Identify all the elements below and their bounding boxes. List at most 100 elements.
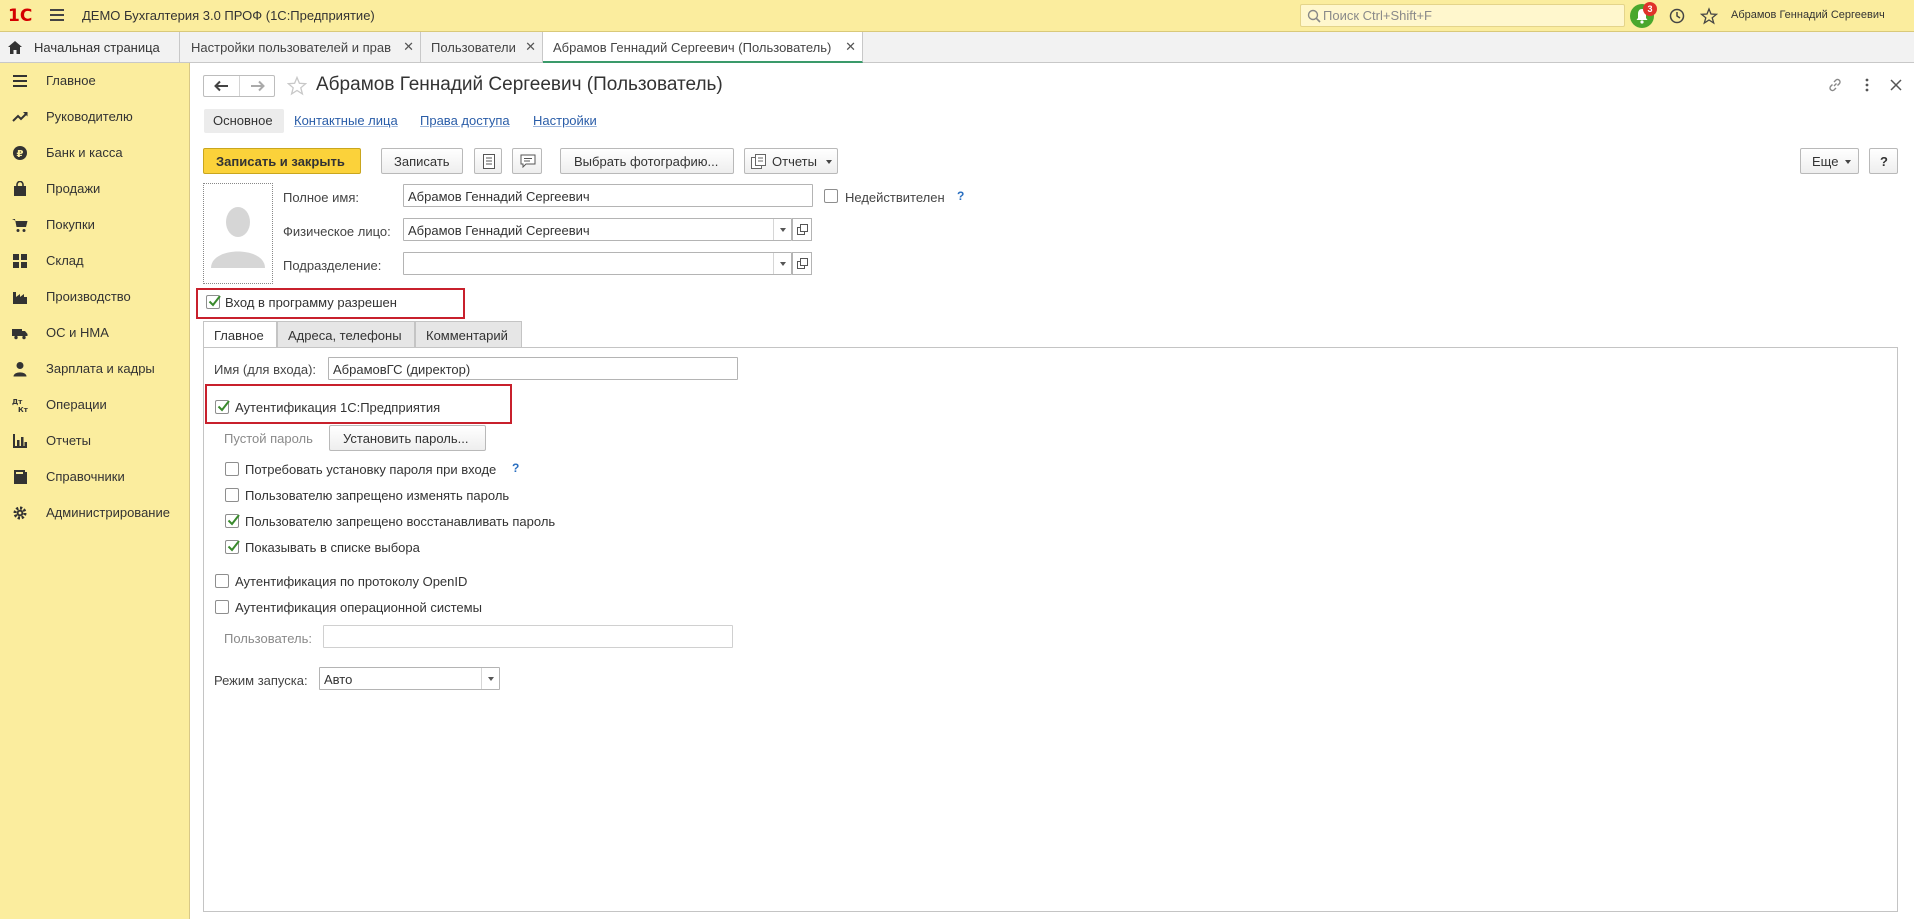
notifications-badge: 3 [1643,2,1657,16]
tab-addresses[interactable]: Адреса, телефоны [277,321,415,348]
save-button[interactable]: Записать [381,148,463,174]
sidebar-item-purchases[interactable]: Покупки [0,207,190,243]
login-name-field[interactable]: АбрамовГС (директор) [328,357,738,380]
os-user-label: Пользователь: [224,631,312,646]
document-button[interactable] [474,148,502,174]
menu-icon [13,75,27,87]
sidebar-item-assets[interactable]: ОС и НМА [0,315,190,351]
sidebar-item-operations[interactable]: Дт Кт Операции [0,387,190,423]
launch-mode-select[interactable]: Авто [319,667,500,690]
tab-label: Комментарий [426,328,508,343]
tab-current-user[interactable]: Абрамов Геннадий Сергеевич (Пользователь… [543,32,863,63]
help-button[interactable]: ? [1869,148,1898,174]
invalid-checkbox[interactable] [824,189,838,203]
search-box[interactable] [1300,4,1625,27]
sidebar-item-catalogs[interactable]: Справочники [0,459,190,495]
favorite-star-icon[interactable] [287,76,307,96]
sidebar-item-administration[interactable]: Администрирование [0,495,190,531]
full-name-field[interactable]: Абрамов Геннадий Сергеевич [403,184,813,207]
trend-icon [12,112,28,122]
tab-users[interactable]: Пользователи ✕ [421,32,543,63]
search-input[interactable] [1323,7,1618,24]
top-bar: 1С ДЕМО Бухгалтерия 3.0 ПРОФ (1С:Предпри… [0,0,1914,32]
ruble-icon: ₽ [13,146,27,160]
auth-os-checkbox[interactable] [215,600,229,614]
auth-1c-checkbox[interactable] [215,400,230,414]
svg-text:Кт: Кт [18,406,28,413]
forward-button[interactable] [239,76,274,96]
tab-main[interactable]: Главное [203,321,277,349]
back-button[interactable] [204,76,239,96]
dropdown-button[interactable] [773,253,791,274]
window-tabs: Начальная страница Настройки пользовател… [0,32,1914,63]
more-button[interactable]: Еще [1800,148,1859,174]
sidebar-item-production[interactable]: Производство [0,279,190,315]
sidebar-item-warehouse[interactable]: Склад [0,243,190,279]
auth-openid-checkbox[interactable] [215,574,229,588]
require-password-checkbox[interactable] [225,462,239,476]
set-password-button[interactable]: Установить пароль... [329,425,486,451]
sidebar-item-label: Операции [46,397,107,412]
button-label: Еще [1812,154,1839,169]
subnav-rights-label: Права доступа [420,113,510,128]
avatar-placeholder-icon [211,207,265,268]
sidebar-item-manager[interactable]: Руководителю [0,99,190,135]
sidebar-item-label: Отчеты [46,433,91,448]
help-mark[interactable]: ? [957,189,964,203]
sidebar-item-label: Зарплата и кадры [46,361,155,376]
forbid-change-checkbox[interactable] [225,488,239,502]
sidebar-item-label: ОС и НМА [46,325,109,340]
more-vertical-icon[interactable] [1859,77,1875,93]
user-photo[interactable] [203,183,273,284]
1c-logo[interactable]: 1С [8,6,36,26]
history-icon[interactable] [1668,7,1686,25]
department-field[interactable] [403,252,792,275]
close-icon[interactable]: ✕ [525,39,536,55]
favorites-star-icon[interactable] [1700,7,1718,25]
link-icon[interactable] [1827,77,1843,93]
close-form-icon[interactable] [1888,77,1904,93]
os-user-field[interactable] [323,625,733,648]
open-person-button[interactable] [792,218,812,241]
document-icon [483,154,495,169]
dropdown-button[interactable] [773,219,791,240]
close-icon[interactable]: ✕ [403,39,414,55]
open-icon [797,258,808,269]
main-menu-icon[interactable] [50,9,64,21]
svg-text:₽: ₽ [17,149,24,160]
sidebar-item-reports[interactable]: Отчеты [0,423,190,459]
tab-label: Главное [214,328,264,343]
current-user-name[interactable]: Абрамов Геннадий Сергеевич [1731,9,1885,21]
tab-comment[interactable]: Комментарий [415,321,522,348]
reports-button[interactable]: Отчеты [744,148,838,174]
button-label: Отчеты [772,154,817,169]
full-name-label: Полное имя: [283,190,359,205]
login-allowed-checkbox[interactable] [206,295,221,309]
save-and-close-button[interactable]: Записать и закрыть [203,148,361,174]
show-in-list-checkbox[interactable] [225,540,240,554]
dt-kt-icon: ДтКт [12,398,28,413]
tab-home[interactable]: Начальная страница [0,32,180,63]
gear-icon [13,506,27,520]
comment-button[interactable] [512,148,542,174]
sidebar-item-main[interactable]: Главное [0,63,190,99]
field-value: АбрамовГС (директор) [333,362,471,377]
tab-label: Адреса, телефоны [288,328,402,343]
sidebar-item-salary[interactable]: Зарплата и кадры [0,351,190,387]
sidebar-item-bank[interactable]: ₽ Банк и касса [0,135,190,171]
comment-icon [520,154,536,168]
close-icon[interactable]: ✕ [845,39,856,55]
open-department-button[interactable] [792,252,812,275]
button-label: Выбрать фотографию... [574,154,719,169]
forbid-restore-label: Пользователю запрещено восстанавливать п… [245,514,556,529]
subnav-main[interactable]: Основное [204,109,284,133]
dropdown-button[interactable] [481,668,499,689]
sidebar-item-sales[interactable]: Продажи [0,171,190,207]
field-value: Абрамов Геннадий Сергеевич [408,223,590,238]
tab-user-settings[interactable]: Настройки пользователей и прав ✕ [181,32,421,63]
help-mark[interactable]: ? [512,461,519,475]
person-field[interactable]: Абрамов Геннадий Сергеевич [403,218,792,241]
factory-icon [13,292,27,304]
choose-photo-button[interactable]: Выбрать фотографию... [560,148,734,174]
forbid-restore-checkbox[interactable] [225,514,240,528]
